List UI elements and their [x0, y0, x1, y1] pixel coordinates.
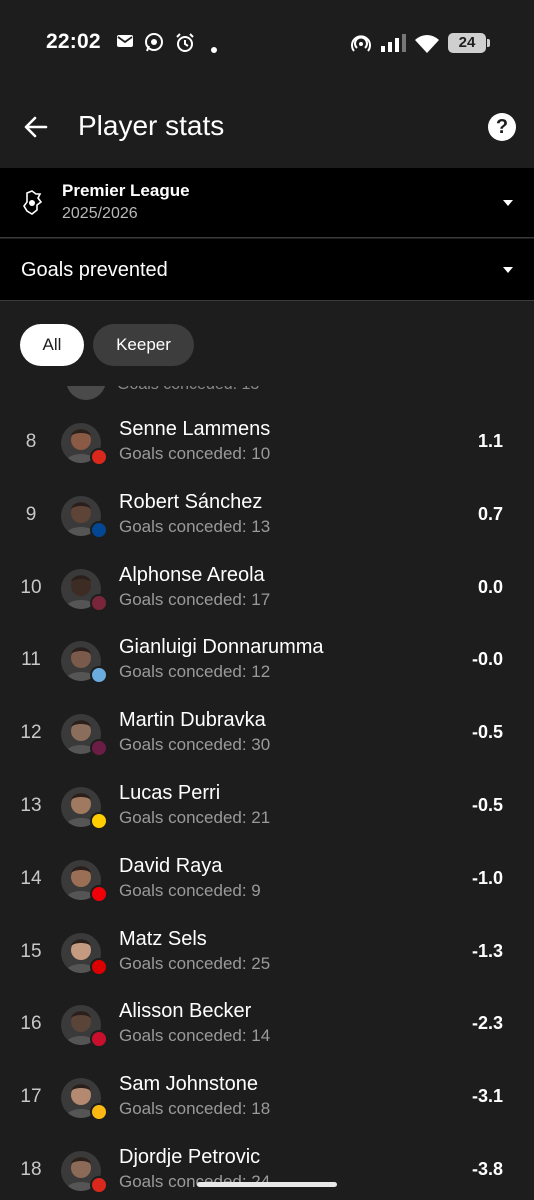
league-selector[interactable]: Premier League 2025/2026 — [0, 168, 534, 238]
player-goals-conceded: Goals conceded: 12 — [119, 662, 271, 682]
club-badge-icon — [90, 593, 108, 612]
chevron-down-icon — [503, 267, 513, 273]
player-name: Alphonse Areola — [119, 563, 265, 586]
list-item[interactable]: 15 Matz Sels Goals conceded: 25 -1.3 — [0, 918, 534, 991]
player-list: Goals conceded: 13 8 Senne Lammens Goals c… — [0, 386, 534, 1200]
battery-tip — [487, 39, 490, 47]
partial-row-subtitle: Goals conceded: 13 — [117, 386, 259, 394]
club-badge-icon — [90, 1176, 108, 1194]
player-goals-conceded: Goals conceded: 10 — [119, 444, 271, 463]
goals-prevented-value: -0.5 — [471, 722, 503, 743]
whatsapp-icon — [144, 33, 164, 58]
chip-all[interactable]: All — [20, 324, 84, 366]
player-goals-conceded: Goals conceded: 9 — [119, 880, 261, 900]
wifi-icon — [414, 33, 440, 58]
player-name: Robert Sánchez — [119, 490, 263, 513]
hotspot-icon — [351, 33, 371, 58]
list-item[interactable]: 16 Alisson Becker Goals conceded: 14 -2.3 — [0, 990, 534, 1063]
signal-icon — [381, 33, 407, 58]
player-name: Djordje Petrovic — [119, 1146, 261, 1168]
player-name: Matz Sels — [119, 927, 207, 950]
player-goals-conceded: Goals conceded: 30 — [119, 735, 271, 755]
player-name: Alisson Becker — [119, 1000, 252, 1023]
home-indicator[interactable] — [197, 1182, 337, 1187]
arrow-left-icon[interactable] — [22, 113, 50, 146]
player-name: Sam Johnstone — [119, 1073, 258, 1096]
player-goals-conceded: Goals conceded: 25 — [119, 953, 271, 973]
rank: 18 — [20, 1159, 42, 1180]
rank: 9 — [25, 503, 37, 525]
alarm-icon — [175, 33, 195, 58]
list-item[interactable]: 14 David Raya Goals conceded: 9 -1.0 — [0, 845, 534, 918]
club-badge-icon — [90, 957, 108, 976]
help-icon[interactable]: ? — [488, 113, 516, 141]
rank: 16 — [20, 1013, 42, 1035]
goals-prevented-value: -0.5 — [471, 795, 503, 815]
goals-prevented-value: 1.1 — [477, 431, 503, 451]
club-badge-icon — [90, 1103, 108, 1122]
stat-name: Goals prevented — [21, 259, 168, 281]
club-badge-icon — [90, 520, 108, 539]
player-name: David Raya — [119, 854, 223, 877]
list-item[interactable]: 13 Lucas Perri Goals conceded: 21 -0.5 — [0, 772, 534, 845]
list-item[interactable]: 11 Gianluigi Donnarumma Goals conceded: 12… — [0, 626, 534, 699]
rank: 8 — [25, 431, 37, 452]
club-badge-icon — [90, 448, 108, 466]
club-badge-icon — [90, 739, 108, 758]
status-time: 22:02 — [46, 30, 101, 53]
status-bar: 22:02 24 — [0, 0, 534, 88]
mail-icon — [116, 33, 134, 54]
app-bar: Player stats ? — [0, 88, 534, 168]
rank: 11 — [21, 649, 41, 671]
list-item[interactable]: 12 Martin Dubravka Goals conceded: 30 -0.5 — [0, 699, 534, 772]
club-badge-icon — [90, 812, 108, 830]
goals-prevented-value: -0.0 — [471, 649, 503, 670]
list-item[interactable]: 10 Alphonse Areola Goals conceded: 17 0.0 — [0, 554, 534, 627]
list-item[interactable]: 8 Senne Lammens Goals conceded: 10 1.1 — [0, 408, 534, 481]
stat-selector[interactable]: Goals prevented — [0, 239, 534, 301]
player-name: Senne Lammens — [119, 418, 271, 440]
league-season: 2025/2026 — [62, 205, 138, 222]
player-goals-conceded: Goals conceded: 21 — [119, 808, 271, 827]
goals-prevented-value: -1.3 — [471, 940, 503, 961]
rank: 14 — [20, 867, 42, 889]
premier-league-icon — [20, 190, 44, 221]
avatar — [66, 386, 106, 400]
page-title: Player stats — [78, 110, 225, 141]
player-goals-conceded: Goals conceded: 13 — [119, 516, 271, 536]
rank: 15 — [20, 940, 42, 962]
league-name: Premier League — [62, 181, 190, 200]
rank: 10 — [20, 576, 42, 598]
list-item[interactable]: 9 Robert Sánchez Goals conceded: 13 0.7 — [0, 481, 534, 554]
player-goals-conceded: Goals conceded: 17 — [119, 589, 271, 609]
player-name: Martin Dubravka — [119, 709, 266, 732]
chip-keeper[interactable]: Keeper — [93, 324, 194, 366]
dot-icon — [211, 40, 217, 58]
rank: 17 — [20, 1086, 42, 1108]
list-item[interactable]: 17 Sam Johnstone Goals conceded: 18 -3.1 — [0, 1063, 534, 1136]
player-name: Lucas Perri — [119, 782, 221, 804]
goals-prevented-value: -1.0 — [471, 867, 503, 888]
player-name: Gianluigi Donnarumma — [119, 636, 324, 659]
chevron-down-icon — [503, 200, 513, 206]
filter-chips: All Keeper — [0, 302, 534, 386]
list-item[interactable]: 18 Djordje Petrovic Goals conceded: 24 -3.8 — [0, 1136, 534, 1200]
goals-prevented-value: -2.3 — [471, 1013, 503, 1034]
player-goals-conceded: Goals conceded: 18 — [119, 1099, 271, 1119]
player-goals-conceded: Goals conceded: 14 — [119, 1026, 271, 1046]
club-badge-icon — [90, 666, 108, 685]
rank: 12 — [20, 722, 42, 744]
club-badge-icon — [90, 884, 108, 903]
rank: 13 — [20, 795, 42, 816]
goals-prevented-value: -3.8 — [471, 1159, 503, 1179]
goals-prevented-value: -3.1 — [471, 1086, 503, 1107]
goals-prevented-value: 0.0 — [477, 576, 503, 597]
battery-icon: 24 — [448, 33, 486, 53]
club-badge-icon — [90, 1030, 108, 1049]
goals-prevented-value: 0.7 — [477, 503, 503, 524]
